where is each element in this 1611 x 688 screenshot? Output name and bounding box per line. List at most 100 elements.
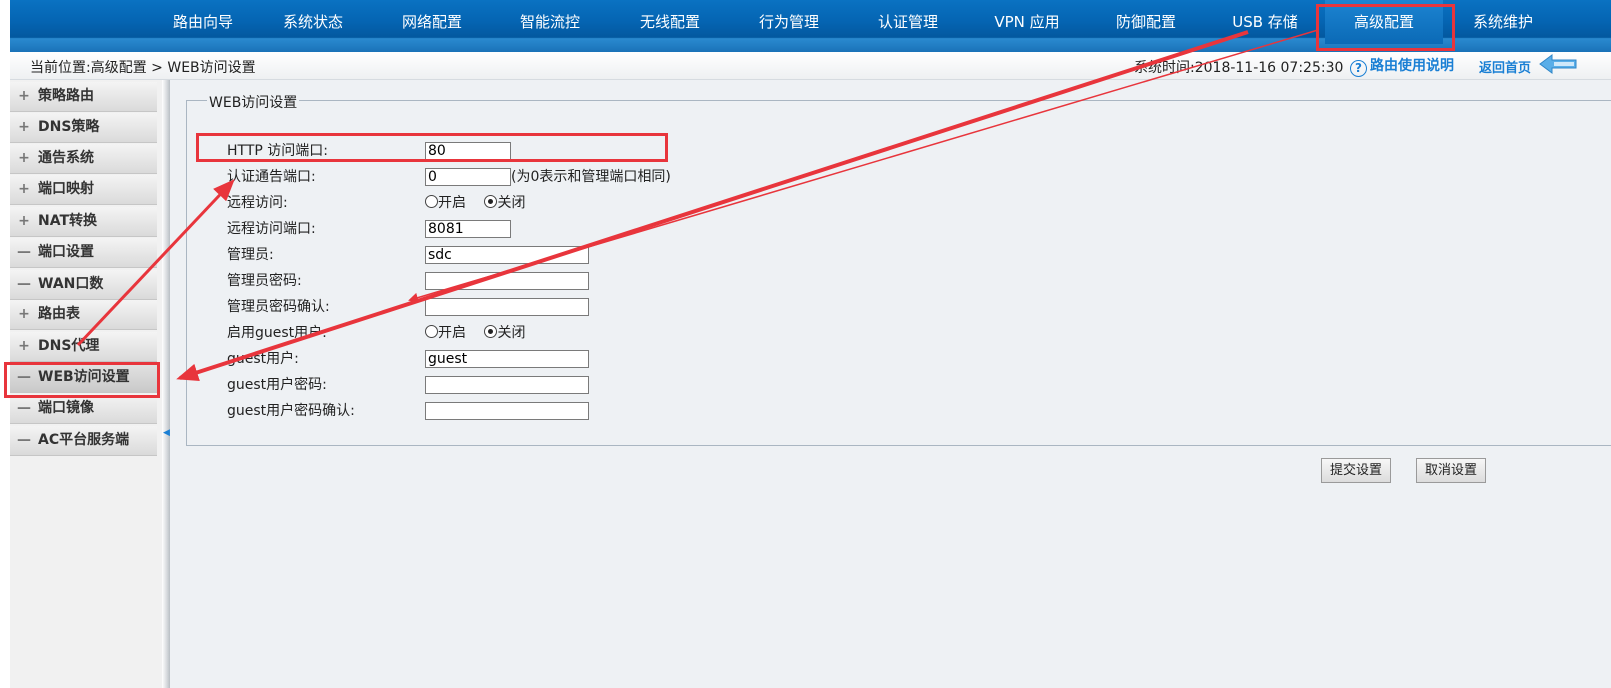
remote-access-label: 远程访问: [227,195,288,211]
sidebar-item-wan-count[interactable]: — WAN口数 [10,270,157,300]
guest-user-control [425,349,589,369]
sidebar-item-label: DNS策略 [38,119,100,135]
help-link[interactable]: ? 路由使用说明 [1350,55,1454,77]
nav-behavior-management[interactable]: 行为管理 [730,0,848,44]
sidebar-item-notice-system[interactable]: + 通告系统 [10,144,157,174]
remote-port-input[interactable] [425,220,511,238]
guest-password-confirm-label: guest用户密码确认: [227,403,355,419]
sidebar-item-route-table[interactable]: + 路由表 [10,300,157,330]
radio-circle [425,195,438,208]
collapse-icon: — [17,276,31,292]
sidebar-item-policy-routing[interactable]: + 策略路由 [10,82,157,112]
sidebar-item-port-mirror[interactable]: — 端口镜像 [10,394,157,424]
sidebar-item-label: DNS代理 [38,338,100,354]
cancel-button[interactable]: 取消设置 [1416,458,1487,483]
guest-password-confirm-control [425,401,589,421]
guest-enable-on-radio[interactable]: 开启 [425,323,466,343]
help-link-label: 路由使用说明 [1370,58,1454,74]
expand-icon: + [18,150,30,166]
guest-password-control [425,375,589,395]
auth-port-input[interactable] [425,168,511,186]
sidebar-item-label: WAN口数 [38,276,104,292]
sidebar-item-port-mapping[interactable]: + 端口映射 [10,175,157,205]
expand-icon: + [18,213,30,229]
guest-enable-control: 开启 关闭 [425,323,539,343]
radio-label: 开启 [438,195,466,211]
breadcrumb-bar: 当前位置:高级配置 > WEB访问设置 系统时间:2018-11-16 07:2… [10,52,1611,80]
expand-icon: + [18,338,30,354]
admin-input[interactable] [425,246,589,264]
nav-usb-storage[interactable]: USB 存储 [1206,0,1324,44]
radio-label: 关闭 [497,195,526,211]
expand-icon: + [18,88,30,104]
sidebar-item-dns-proxy[interactable]: + DNS代理 [10,332,157,362]
nav-auth-management[interactable]: 认证管理 [849,0,967,44]
auth-port-control: (为0表示和管理端口相同) [425,167,671,187]
radio-label: 关闭 [497,325,526,341]
guest-password-input[interactable] [425,376,589,394]
remote-access-on-radio[interactable]: 开启 [425,193,466,213]
remote-access-off-radio[interactable]: 关闭 [484,193,525,213]
sidebar-item-label: 端口设置 [38,244,94,260]
radio-circle-selected [484,195,498,208]
auth-port-note: (为0表示和管理端口相同) [511,169,671,185]
admin-control [425,245,589,265]
nav-system-status[interactable]: 系统状态 [254,0,372,44]
nav-smart-flow-control[interactable]: 智能流控 [491,0,609,44]
guest-password-confirm-input[interactable] [425,402,589,420]
collapse-icon: — [17,244,31,260]
back-arrow-icon[interactable] [1538,54,1578,74]
guest-user-input[interactable] [425,350,589,368]
admin-password-confirm-label: 管理员密码确认: [227,299,330,315]
remote-port-control [425,219,511,239]
sidebar-item-label: 通告系统 [38,150,94,166]
collapse-icon: — [17,432,31,448]
nav-defense-config[interactable]: 防御配置 [1087,0,1205,44]
remote-access-control: 开启 关闭 [425,193,539,213]
collapse-icon: — [17,400,31,416]
nav-system-maintenance[interactable]: 系统维护 [1444,0,1562,44]
nav-vpn[interactable]: VPN 应用 [968,0,1086,44]
sidebar-item-nat[interactable]: + NAT转换 [10,207,157,237]
http-port-input[interactable] [425,142,511,160]
expand-icon: + [18,181,30,197]
sidebar-item-label: 路由表 [38,306,80,322]
guest-enable-off-radio[interactable]: 关闭 [484,323,525,343]
sidebar-item-label: 端口镜像 [38,400,94,416]
auth-port-label: 认证通告端口: [227,169,316,185]
expand-icon: + [18,119,30,135]
sidebar-divider [162,80,170,688]
question-icon: ? [1350,60,1367,77]
home-link[interactable]: 返回首页 [1479,57,1531,76]
admin-password-confirm-input[interactable] [425,298,589,316]
nav-network-config[interactable]: 网络配置 [373,0,491,44]
fieldset-legend: WEB访问设置 [207,92,300,112]
remote-port-label: 远程访问端口: [227,221,316,237]
sidebar-item-label: NAT转换 [38,213,98,229]
radio-circle-selected [484,325,498,338]
system-time: 系统时间:2018-11-16 07:25:30 [1134,60,1344,76]
http-port-control [425,141,511,161]
web-access-fieldset: WEB访问设置 HTTP 访问端口: 认证通告端口: (为0表示和管理端口相同)… [186,92,1611,446]
sidebar: + 策略路由 + DNS策略 + 通告系统 + 端口映射 + NAT转换 — 端口设置 — W… [10,80,162,688]
radio-label: 开启 [438,325,466,341]
sidebar-item-port-settings[interactable]: — 端口设置 [10,238,157,268]
nav-wireless-config[interactable]: 无线配置 [611,0,729,44]
sidebar-item-dns-policy[interactable]: + DNS策略 [10,113,157,143]
submit-button[interactable]: 提交设置 [1321,458,1392,483]
admin-label: 管理员: [227,247,274,263]
collapse-sidebar-icon[interactable]: ◀ [163,427,170,439]
nav-route-wizard[interactable]: 路由向导 [144,0,262,44]
sidebar-item-ac-platform[interactable]: — AC平台服务端 [10,426,157,456]
expand-icon: + [18,306,30,322]
nav-advanced-config[interactable]: 高级配置 [1325,0,1443,44]
sidebar-item-web-access[interactable]: — WEB访问设置 [10,363,157,393]
sidebar-item-label: WEB访问设置 [38,369,130,385]
top-navigation-bar: 路由向导 系统状态 网络配置 智能流控 无线配置 行为管理 认证管理 VPN 应… [10,0,1611,52]
breadcrumb: 当前位置:高级配置 > WEB访问设置 [30,60,256,76]
sidebar-item-label: 端口映射 [38,181,94,197]
admin-password-input[interactable] [425,272,589,290]
main-content: WEB访问设置 HTTP 访问端口: 认证通告端口: (为0表示和管理端口相同)… [170,80,1611,688]
guest-enable-label: 启用guest用户: [227,325,327,341]
http-port-label: HTTP 访问端口: [227,143,328,159]
